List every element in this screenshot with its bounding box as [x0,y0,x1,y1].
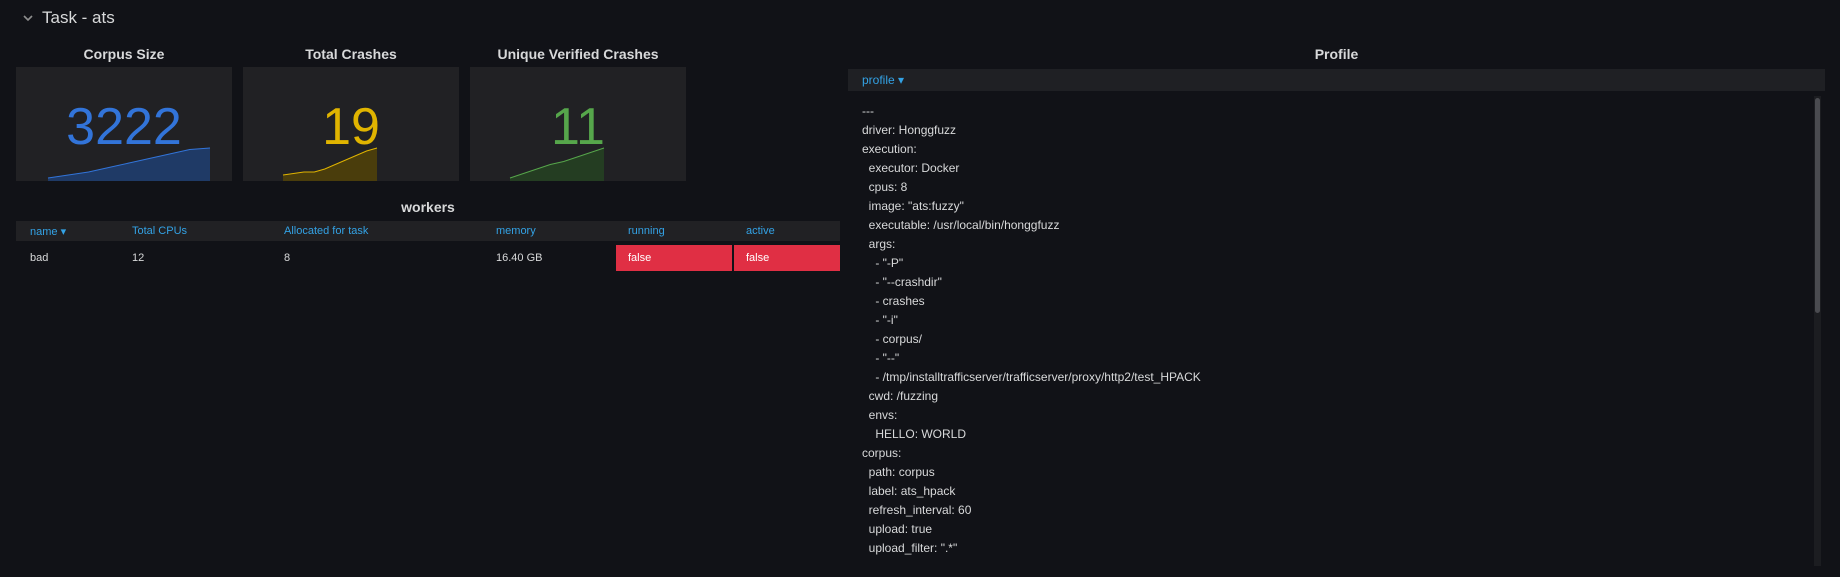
workers-table: name ▾ Total CPUs Allocated for task mem… [16,221,840,271]
column-header-total-cpus[interactable]: Total CPUs [118,221,270,241]
sparkline-area [48,148,210,181]
table-header-row: name ▾ Total CPUs Allocated for task mem… [16,221,840,241]
cell-cpus: 12 [118,241,270,271]
column-header-active[interactable]: active [732,221,840,241]
column-header-memory[interactable]: memory [482,221,614,241]
cell-memory: 16.40 GB [482,241,614,271]
workers-title: workers [401,199,455,215]
stat-title-unique-verified-crashes: Unique Verified Crashes [497,46,659,62]
cell-allocated: 8 [270,241,482,271]
chevron-down-icon [23,15,33,22]
sparkline [47,147,211,181]
sparkline [509,147,605,181]
profile-title: Profile [1314,46,1359,62]
profile-variable-bar: profile ▾ [848,69,1825,91]
profile-scrollbar-thumb[interactable] [1815,98,1820,313]
stat-title-corpus-size: Corpus Size [83,46,165,62]
sparkline [282,147,378,181]
cell-name: bad [16,241,118,271]
profile-variable-dropdown[interactable]: profile ▾ [862,73,904,87]
table-row: bad 12 8 16.40 GB false false [16,241,840,271]
sort-desc-icon: ▾ [60,225,67,238]
stat-title-total-crashes: Total Crashes [305,46,397,62]
row-title: Task - ats [42,8,115,27]
column-header-name[interactable]: name ▾ [16,221,118,241]
stat-panel-corpus-size: 3222 [16,67,232,181]
stat-panel-unique-verified-crashes: 11 [470,67,686,181]
profile-yaml-text: --- driver: Honggfuzz execution: executo… [862,104,1201,555]
cell-active: false [732,241,840,271]
cell-running: false [614,241,732,271]
column-header-running[interactable]: running [614,221,732,241]
column-header-allocated[interactable]: Allocated for task [270,221,482,241]
caret-down-icon: ▾ [898,73,905,87]
profile-variable-label: profile [862,73,895,87]
row-header[interactable]: Task - ats [20,6,115,30]
stat-panel-total-crashes: 19 [243,67,459,181]
